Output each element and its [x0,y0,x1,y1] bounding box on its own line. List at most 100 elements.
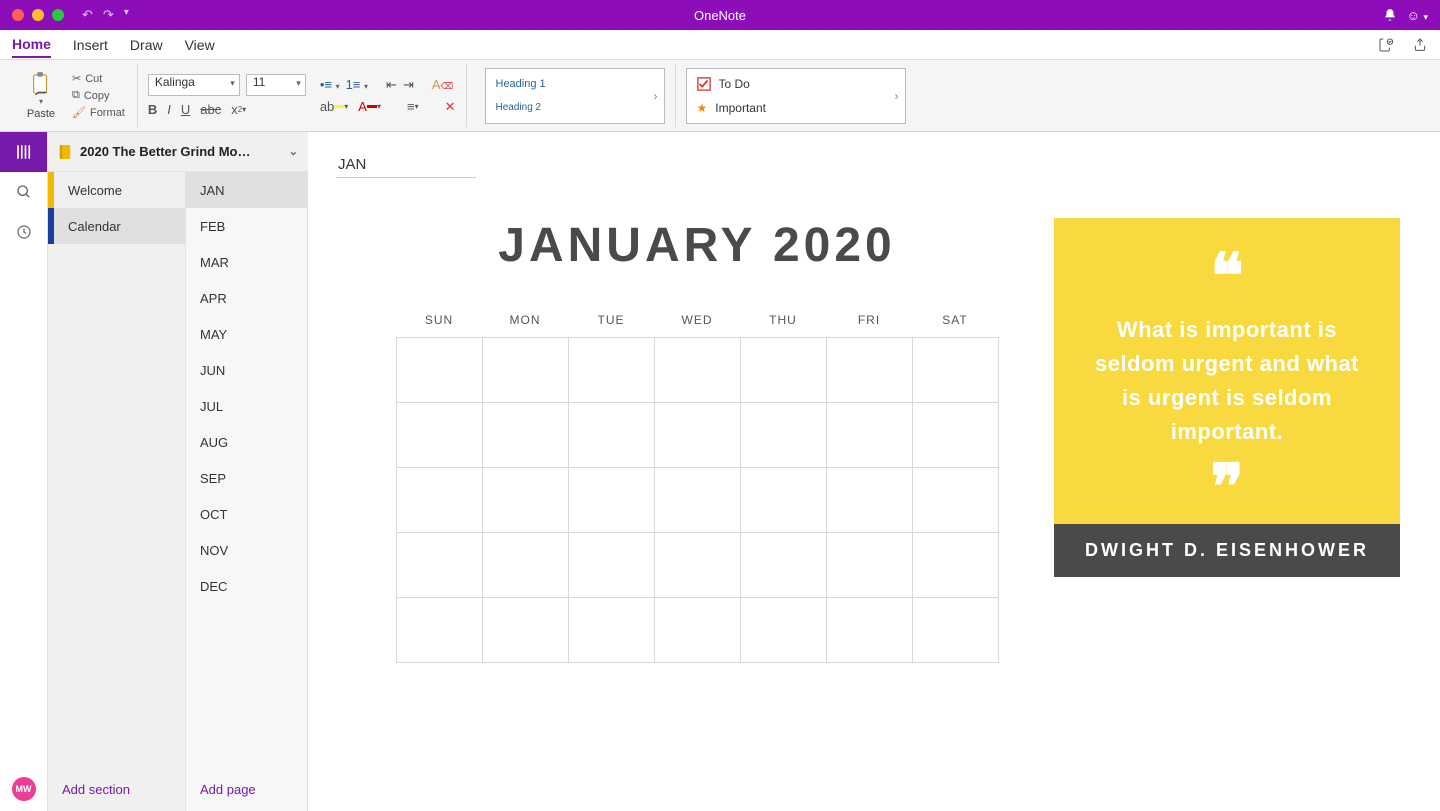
page-item-aug[interactable]: AUG [186,424,307,460]
calendar-title: JANUARY 2020 [396,218,998,273]
font-color-button[interactable]: A ▾ [358,99,381,114]
redo-icon[interactable]: ↷ [103,7,114,23]
style-heading1[interactable]: Heading 1 [486,72,664,96]
calendar-cell[interactable] [482,597,569,663]
calendar-cell[interactable] [568,532,655,598]
add-page-button[interactable]: Add page [186,768,307,811]
calendar-cell[interactable] [912,597,999,663]
page-canvas[interactable]: JANUARY 2020 SUNMONTUEWEDTHUFRISAT ❝ Wha… [308,132,1440,811]
format-painter-button[interactable]: 🖌Format [70,105,127,120]
sync-icon[interactable] [1378,37,1394,53]
section-item-welcome[interactable]: Welcome [48,172,185,208]
copy-button[interactable]: ⧉Copy [70,88,127,103]
calendar-cell[interactable] [482,337,569,403]
calendar-cell[interactable] [568,597,655,663]
calendar-cell[interactable] [740,532,827,598]
align-button[interactable]: ≡ ▾ [407,99,419,114]
search-icon[interactable] [0,172,47,212]
page-item-dec[interactable]: DEC [186,568,307,604]
strike-button[interactable]: abc [200,102,221,117]
calendar-cell[interactable] [654,337,741,403]
calendar-cell[interactable] [568,467,655,533]
notebook-selector[interactable]: 2020 The Better Grind Mo… ⌄ [48,132,308,172]
tab-draw[interactable]: Draw [130,33,163,57]
calendar-cell[interactable] [740,402,827,468]
indent-button[interactable]: ⇥ [403,77,414,93]
tab-home[interactable]: Home [12,32,51,58]
notebooks-button[interactable] [0,132,47,172]
calendar-cell[interactable] [826,532,913,598]
calendar-cell[interactable] [826,337,913,403]
page-item-jan[interactable]: JAN [186,172,307,208]
calendar-cell[interactable] [912,337,999,403]
underline-button[interactable]: U [181,102,190,117]
delete-button[interactable]: ✕ [445,99,456,115]
tag-todo[interactable]: To Do [687,72,905,96]
add-section-button[interactable]: Add section [48,768,185,811]
page-item-apr[interactable]: APR [186,280,307,316]
page-item-oct[interactable]: OCT [186,496,307,532]
notifications-icon[interactable] [1383,8,1397,22]
font-name-select[interactable]: Kalinga [148,74,240,96]
style-heading2[interactable]: Heading 2 [486,96,664,119]
calendar-cell[interactable] [740,597,827,663]
tab-view[interactable]: View [185,33,215,57]
calendar-cell[interactable] [396,337,483,403]
calendar-cell[interactable] [396,467,483,533]
maximize-window[interactable] [52,9,64,21]
font-size-select[interactable]: 11 [246,74,306,96]
calendar-cell[interactable] [396,402,483,468]
close-window[interactable] [12,9,24,21]
cut-button[interactable]: ✂Cut [70,71,127,86]
calendar-cell[interactable] [568,337,655,403]
calendar-cell[interactable] [568,402,655,468]
calendar-cell[interactable] [826,402,913,468]
calendar-cell[interactable] [482,532,569,598]
outdent-button[interactable]: ⇤ [386,77,397,93]
page-item-mar[interactable]: MAR [186,244,307,280]
calendar-cell[interactable] [740,467,827,533]
page-item-nov[interactable]: NOV [186,532,307,568]
tag-important[interactable]: ★ Important [687,96,905,120]
tags-gallery[interactable]: To Do ★ Important › [686,68,906,124]
calendar-cell[interactable] [654,402,741,468]
bullet-list-button[interactable]: •≡ ▾ [320,77,340,92]
page-item-sep[interactable]: SEP [186,460,307,496]
bold-button[interactable]: B [148,102,157,117]
share-icon[interactable] [1412,37,1428,53]
calendar-cell[interactable] [826,467,913,533]
emoji-icon[interactable]: ☺ ▾ [1407,8,1428,23]
ribbon: ▾ Paste ✂Cut ⧉Copy 🖌Format Kalinga 11 B … [0,60,1440,132]
avatar[interactable]: MW [12,777,36,801]
section-item-calendar[interactable]: Calendar [48,208,185,244]
highlight-button[interactable]: ab ▾ [320,99,348,114]
calendar-cell[interactable] [740,337,827,403]
recent-icon[interactable] [0,212,47,252]
subscript-button[interactable]: x2 ▾ [231,102,246,117]
page-item-jul[interactable]: JUL [186,388,307,424]
page-item-may[interactable]: MAY [186,316,307,352]
calendar-cell[interactable] [912,402,999,468]
italic-button[interactable]: I [167,102,171,117]
undo-icon[interactable]: ↶ [82,7,93,23]
minimize-window[interactable] [32,9,44,21]
tab-insert[interactable]: Insert [73,33,108,57]
calendar-cell[interactable] [912,532,999,598]
page-item-jun[interactable]: JUN [186,352,307,388]
number-list-button[interactable]: 1≡ ▾ [346,77,368,92]
customize-qat-icon[interactable]: ▾ [124,7,129,23]
page-item-feb[interactable]: FEB [186,208,307,244]
calendar-cell[interactable] [912,467,999,533]
calendar-cell[interactable] [654,597,741,663]
calendar-cell[interactable] [654,467,741,533]
styles-gallery[interactable]: Heading 1 Heading 2 › [485,68,665,124]
calendar-cell[interactable] [396,597,483,663]
calendar-cell[interactable] [482,402,569,468]
calendar-cell[interactable] [396,532,483,598]
calendar-cell[interactable] [654,532,741,598]
page-title-input[interactable] [336,152,476,178]
calendar-cell[interactable] [826,597,913,663]
clear-format-button[interactable]: A⌫ [432,77,453,92]
calendar-cell[interactable] [482,467,569,533]
paste-button[interactable]: ▾ Paste [18,71,64,120]
